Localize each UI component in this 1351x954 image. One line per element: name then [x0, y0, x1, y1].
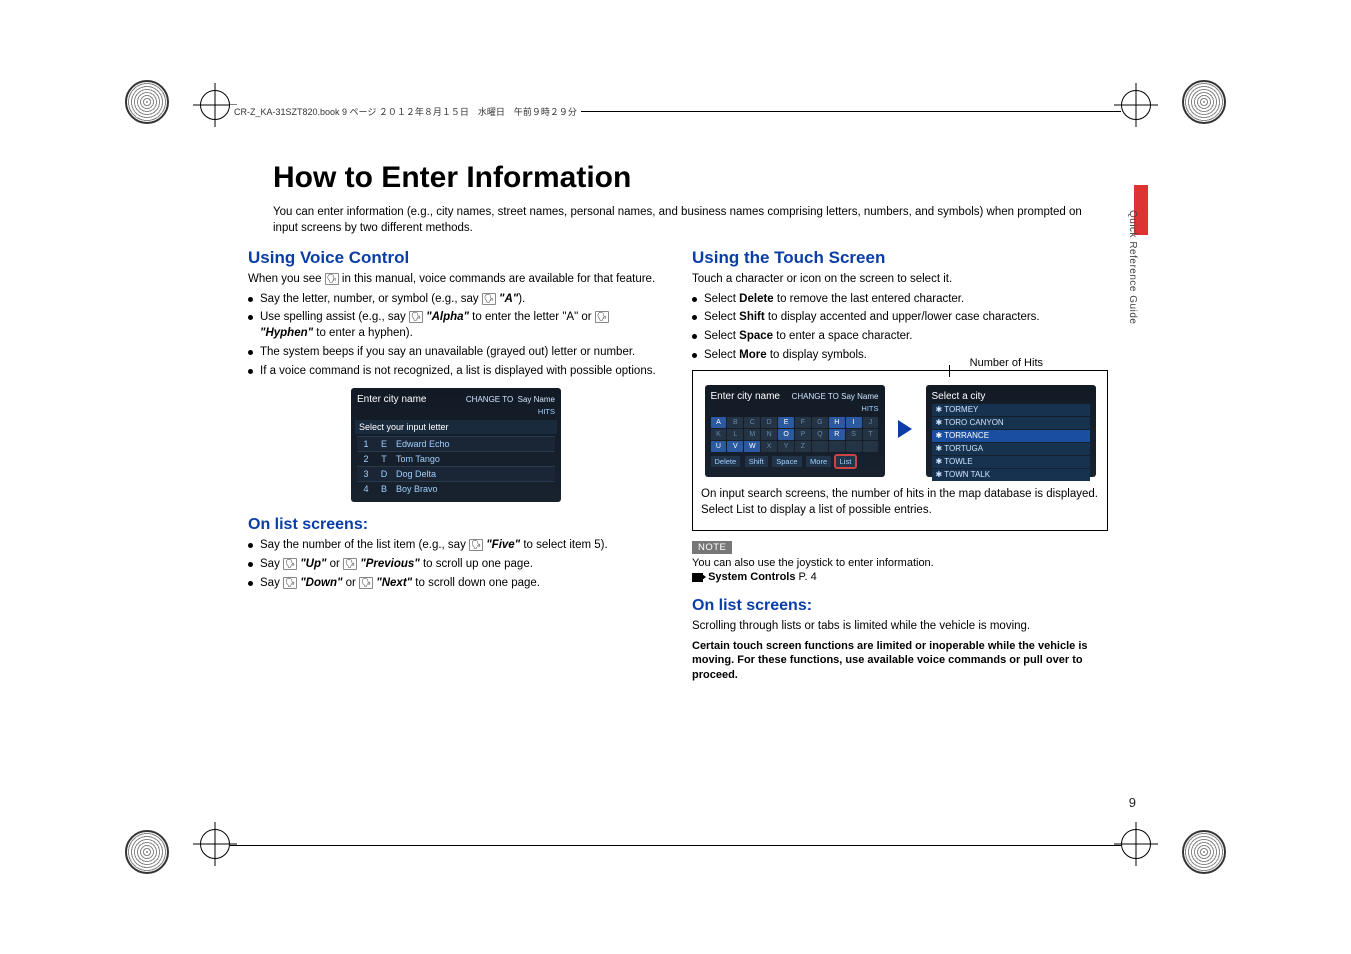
header-print-strip: CR-Z_KA-31SZT820.book 9 ページ ２０１２年８月１５日 水… — [230, 105, 1121, 118]
voice-bullet-2: Use spelling assist (e.g., say "Alpha" t… — [248, 310, 664, 342]
note-tag: NOTE — [692, 541, 732, 554]
callout-leader — [949, 365, 950, 377]
shot-title: Enter city name — [357, 394, 426, 405]
voice-icon — [283, 577, 297, 589]
voice-icon — [359, 577, 373, 589]
link-icon — [692, 573, 703, 582]
list-bullet-1: Say the number of the list item (e.g., s… — [248, 538, 664, 554]
voice-bullet-3: The system beeps if you say an unavailab… — [248, 345, 664, 361]
shot-phonetic-table: 1EEdward Echo2TTom Tango3DDog Delta4BBoy… — [357, 436, 555, 496]
kb-more: More — [806, 456, 831, 467]
note-link: System Controls P. 4 — [692, 571, 1108, 583]
kb-shift: Shift — [745, 456, 768, 467]
kb-space: Space — [772, 456, 801, 467]
voice-icon — [325, 273, 339, 285]
heading-voice: Using Voice Control — [248, 248, 664, 268]
touch-bullet-space: Select Space to enter a space character. — [692, 329, 1108, 345]
kb-list: List — [836, 456, 856, 467]
touch-intro: Touch a character or icon on the screen … — [692, 272, 1108, 288]
voice-icon — [595, 311, 609, 323]
page-number: 9 — [1129, 795, 1136, 810]
nav-screenshot-keyboard: Enter city name CHANGE TO Say Name HITS … — [705, 385, 885, 477]
registration-mark — [1121, 829, 1151, 859]
arrow-right-icon — [898, 420, 912, 438]
voice-bullet-4: If a voice command is not recognized, a … — [248, 364, 664, 380]
list-bullet-3: Say "Down" or "Next" to scroll down one … — [248, 576, 664, 592]
heading-touch: Using the Touch Screen — [692, 248, 1108, 268]
nav-screenshot-city-list: Select a city ✱ TORMEY✱ TORO CANYON✱ TOR… — [926, 385, 1096, 477]
voice-intro: When you see in this manual, voice comma… — [248, 272, 664, 288]
touch-bullet-shift: Select Shift to display accented and upp… — [692, 310, 1108, 326]
voice-bullet-1: Say the letter, number, or symbol (e.g.,… — [248, 292, 664, 308]
print-corner-swatch — [125, 80, 169, 124]
nav-screenshot-voice-list: Enter city name CHANGE TO Say Name HITS … — [351, 388, 561, 502]
print-corner-swatch — [1182, 830, 1226, 874]
heading-list-right: On list screens: — [692, 597, 1108, 615]
voice-icon — [482, 293, 496, 305]
warning-text: Certain touch screen functions are limit… — [692, 639, 1108, 684]
print-corner-swatch — [125, 830, 169, 874]
print-corner-swatch — [1182, 80, 1226, 124]
voice-icon — [469, 539, 483, 551]
hits-callout-label: Number of Hits — [966, 357, 1047, 369]
shot-prompt: Select your input letter — [355, 420, 557, 434]
voice-icon — [283, 558, 297, 570]
intro-text: You can enter information (e.g., city na… — [273, 205, 1108, 236]
voice-icon — [343, 558, 357, 570]
voice-icon — [409, 311, 423, 323]
header-strip-text: CR-Z_KA-31SZT820.book 9 ページ ２０１２年８月１５日 水… — [230, 105, 581, 118]
hits-caption: On input search screens, the number of h… — [701, 487, 1099, 518]
list-bullet-2: Say "Up" or "Previous" to scroll up one … — [248, 557, 664, 573]
registration-mark — [1121, 90, 1151, 120]
registration-mark — [200, 90, 230, 120]
heading-list-left: On list screens: — [248, 516, 664, 534]
list-para-right: Scrolling through lists or tabs is limit… — [692, 619, 1108, 635]
side-label: Quick Reference Guide — [1127, 210, 1138, 324]
kb-delete: Delete — [711, 456, 741, 467]
registration-mark — [200, 829, 230, 859]
page-title: How to Enter Information — [273, 161, 1108, 195]
note-text: You can also use the joystick to enter i… — [692, 557, 1108, 569]
hits-callout-box: Number of Hits Enter city name CHANGE TO… — [692, 370, 1108, 531]
touch-bullet-delete: Select Delete to remove the last entered… — [692, 292, 1108, 308]
